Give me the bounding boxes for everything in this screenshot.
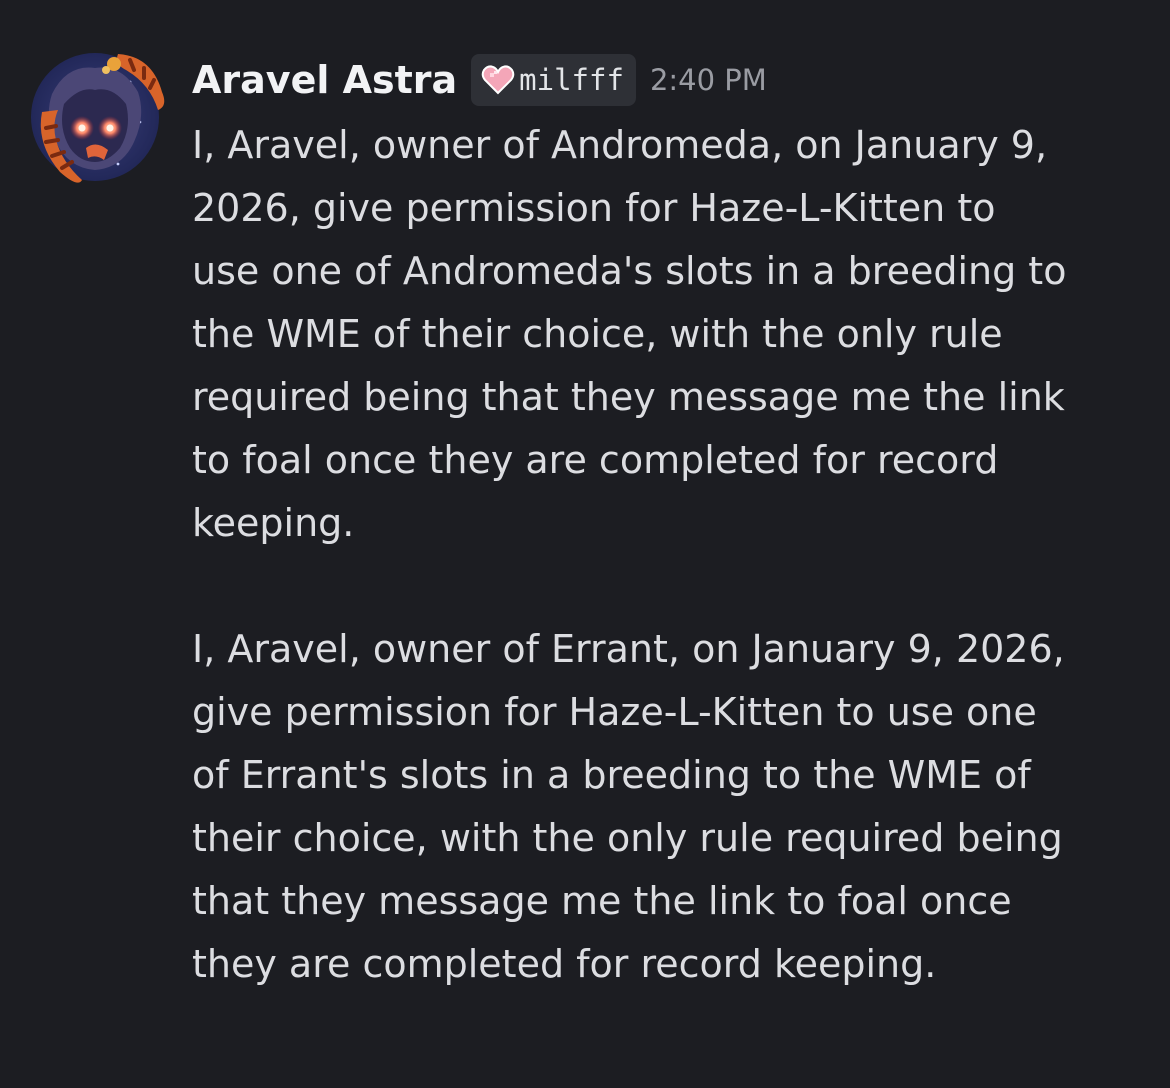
pink-heart-icon xyxy=(481,65,515,95)
message-line: I, Aravel, owner of Errant, on January 9… xyxy=(192,627,1065,671)
message-line: give permission for Haze-L-Kitten to use… xyxy=(192,690,1037,734)
message-line: I, Aravel, owner of Andromeda, on Januar… xyxy=(192,123,1048,167)
username[interactable]: Aravel Astra xyxy=(192,58,457,102)
avatar[interactable] xyxy=(22,44,168,190)
message-line: of Errant's slots in a breeding to the W… xyxy=(192,753,1031,797)
timestamp[interactable]: 2:40 PM xyxy=(650,63,767,97)
message-line: required being that they message me the … xyxy=(192,375,1065,419)
message-line: use one of Andromeda's slots in a breedi… xyxy=(192,249,1067,293)
message-line: the WME of their choice, with the only r… xyxy=(192,312,1003,356)
message-paragraph: I, Aravel, owner of Errant, on January 9… xyxy=(192,618,1142,996)
message-line: their choice, with the only rule require… xyxy=(192,816,1063,860)
message-line: keeping. xyxy=(192,501,355,545)
message-line: to foal once they are completed for reco… xyxy=(192,438,999,482)
paragraph-break xyxy=(192,555,1142,618)
avatar-image xyxy=(31,53,165,183)
message-line: they are completed for record keeping. xyxy=(192,942,937,986)
server-tag[interactable]: milfff xyxy=(471,54,636,106)
message-line: that they message me the link to foal on… xyxy=(192,879,1012,923)
chat-message: Aravel Astra milfff 2:40 PM I, Aravel, o… xyxy=(0,0,1170,1088)
server-tag-label: milfff xyxy=(519,63,624,97)
message-line: 2026, give permission for Haze-L-Kitten … xyxy=(192,186,996,230)
message-paragraph: I, Aravel, owner of Andromeda, on Januar… xyxy=(192,114,1142,555)
message-content: Aravel Astra milfff 2:40 PM I, Aravel, o… xyxy=(192,52,1142,996)
message-header: Aravel Astra milfff 2:40 PM xyxy=(192,52,1142,108)
